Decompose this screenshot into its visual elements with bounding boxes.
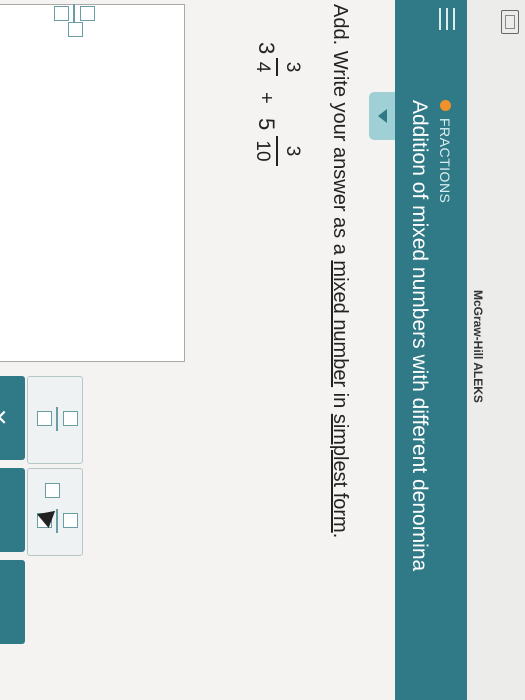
- menu-icon[interactable]: [439, 8, 455, 30]
- term1-whole: 3: [254, 42, 279, 55]
- simplest-form-link[interactable]: simplest form: [329, 414, 351, 533]
- mixed-number-template-icon: [31, 0, 95, 40]
- term1-numerator: 3: [282, 61, 303, 73]
- mixed-number-link[interactable]: mixed number: [329, 260, 351, 387]
- instruction-text: Add. Write your answer as a: [329, 4, 351, 261]
- answer-keypad: ✕: [0, 376, 145, 700]
- instruction-period: .: [329, 532, 351, 539]
- topic-header: FRACTIONS Addition of mixed numbers with…: [395, 0, 467, 700]
- problem-expression: 3 3 4 + 5 3 10: [223, 42, 303, 202]
- term2-fraction: 3 10: [252, 136, 303, 166]
- topic-status-dot: [440, 100, 451, 111]
- help-key[interactable]: [0, 560, 25, 644]
- problem-instruction: Add. Write your answer as a mixed number…: [328, 4, 351, 538]
- aleks-screen: McGraw-Hill ALEKS FRACTIONS Addition of …: [0, 0, 525, 700]
- window-icon[interactable]: [501, 10, 519, 34]
- plus-operator: +: [255, 92, 277, 104]
- term1-fraction-bar: [276, 58, 278, 76]
- top-bar: McGraw-Hill ALEKS: [466, 0, 525, 700]
- term2-denominator: 10: [252, 140, 274, 162]
- term2-numerator: 3: [282, 145, 303, 157]
- instruction-text-mid: in: [329, 387, 351, 414]
- term1-fraction: 3 4: [252, 58, 303, 76]
- topic-title: Addition of mixed numbers with different…: [408, 100, 431, 572]
- brand-name: McGraw-Hill ALEKS: [471, 290, 485, 403]
- fraction-key[interactable]: [27, 376, 83, 464]
- answer-input-box[interactable]: [0, 4, 185, 362]
- collapse-arrow-icon[interactable]: [369, 92, 395, 140]
- clear-key[interactable]: ✕: [0, 376, 25, 460]
- close-icon: ✕: [0, 408, 11, 426]
- term2-whole: 5: [254, 118, 279, 131]
- undo-key[interactable]: [0, 468, 25, 552]
- term2-fraction-bar: [276, 136, 278, 166]
- topic-category: FRACTIONS: [437, 118, 453, 204]
- term1-denominator: 4: [252, 61, 274, 73]
